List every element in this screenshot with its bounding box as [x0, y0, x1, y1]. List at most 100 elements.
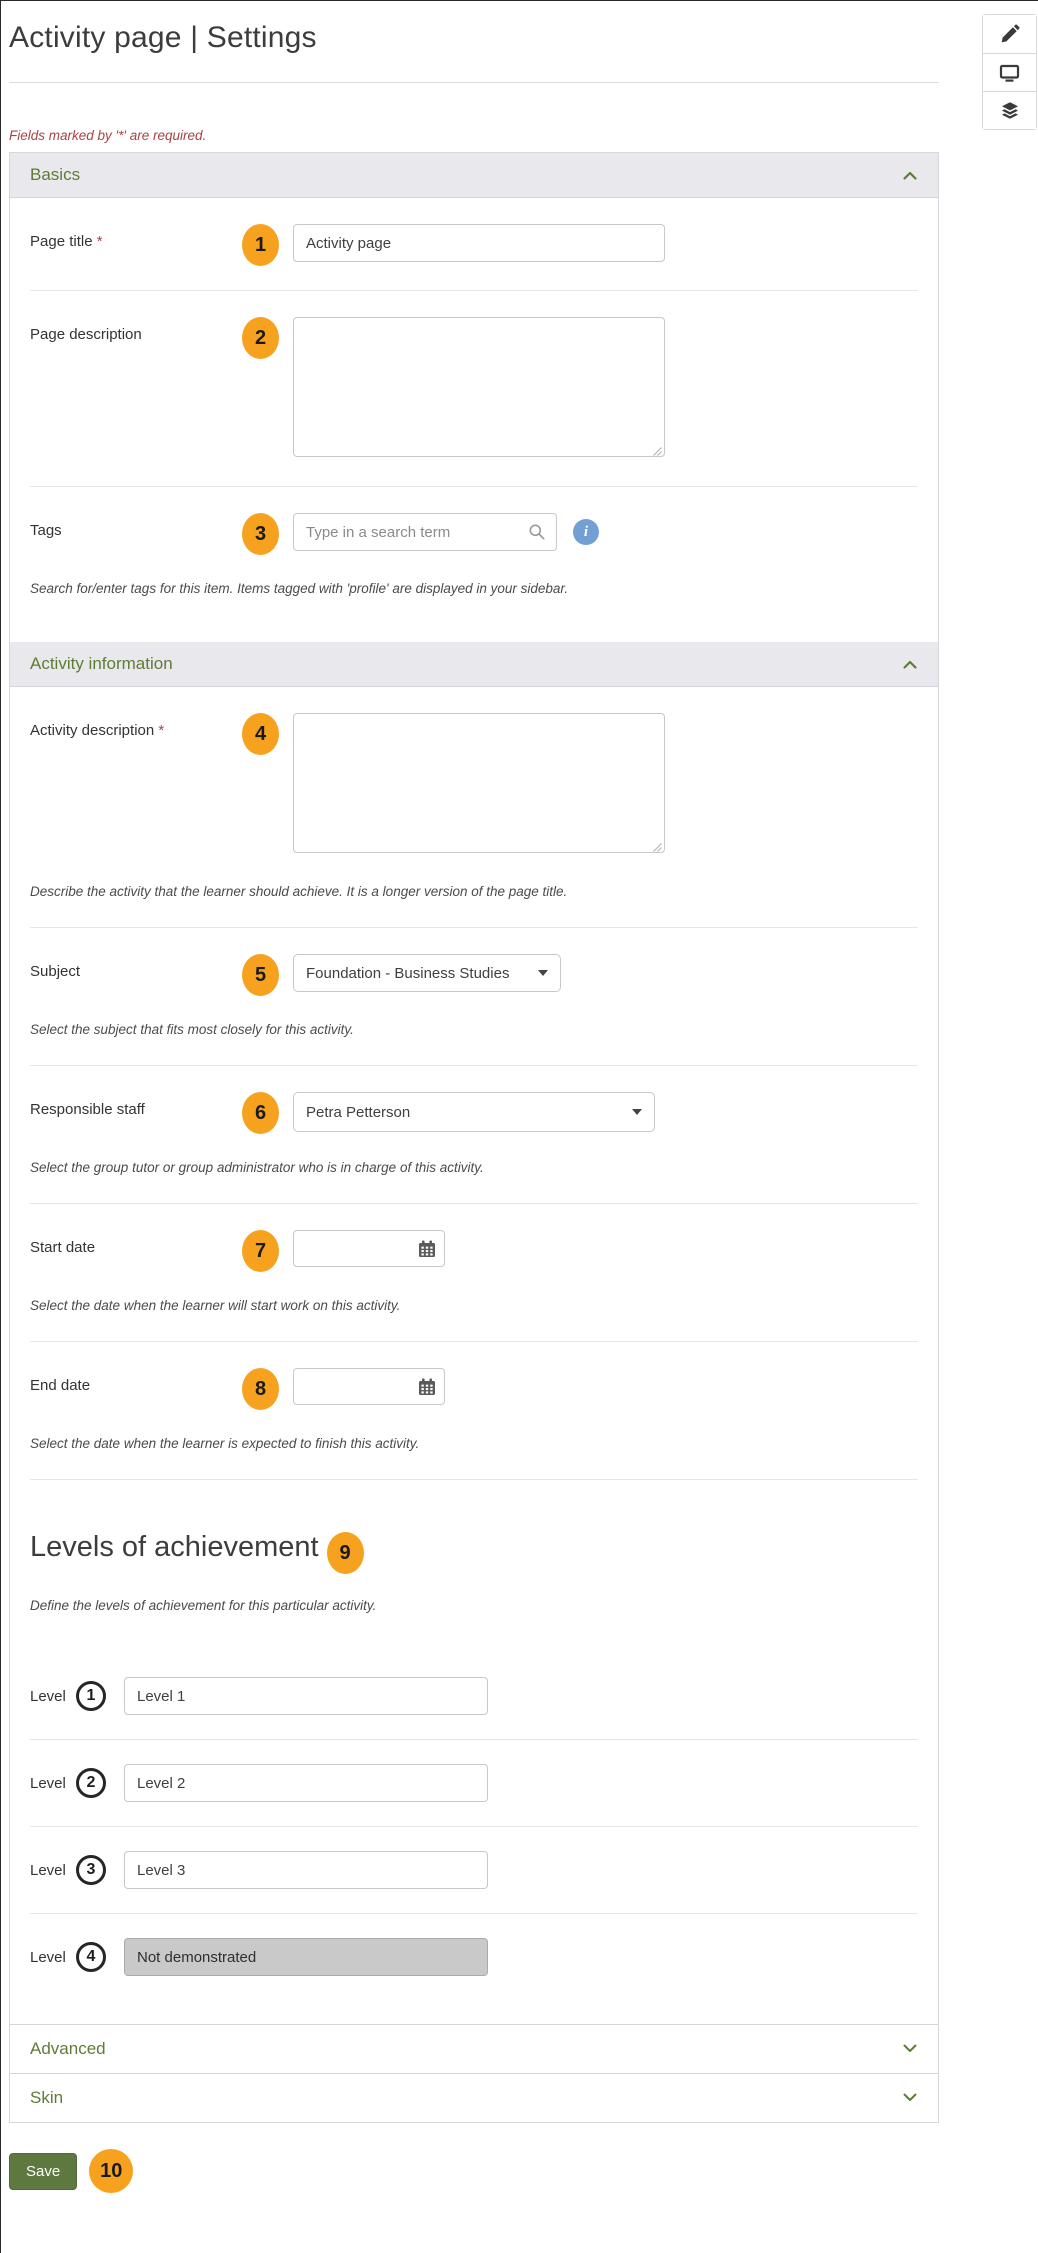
tags-help-text: Search for/enter tags for this item. Ite… [10, 579, 938, 642]
display-icon [999, 63, 1020, 83]
page-description-row: Page description 2 [10, 291, 938, 486]
caret-down-icon [632, 1109, 642, 1115]
layers-button[interactable] [983, 91, 1036, 129]
level-1-input[interactable] [124, 1677, 488, 1715]
annotation-badge-3: 3 [242, 513, 279, 555]
level-3-input[interactable] [124, 1851, 488, 1889]
section-header-skin[interactable]: Skin [10, 2073, 938, 2122]
level-label: Level [30, 1775, 70, 1792]
subject-help-text: Select the subject that fits most closel… [10, 1020, 938, 1065]
annotation-badge-1: 1 [242, 224, 279, 266]
end-date-box [293, 1368, 445, 1405]
floating-toolbar [982, 14, 1037, 130]
activity-description-label: Activity description * [30, 713, 242, 739]
tags-search-box [293, 513, 557, 551]
annotation-badge-10: 10 [89, 2149, 133, 2193]
layers-icon [1000, 101, 1020, 121]
end-date-help-text: Select the date when the learner is expe… [10, 1434, 938, 1479]
edit-pencil-button[interactable] [983, 15, 1036, 53]
section-title-activity-information: Activity information [30, 654, 173, 674]
levels-of-achievement-block: Levels of achievement 9 Define the level… [10, 1480, 938, 1627]
annotation-circle-3: 3 [76, 1855, 106, 1885]
calendar-icon[interactable] [418, 1240, 436, 1258]
section-title-advanced: Advanced [30, 2039, 106, 2059]
search-icon [528, 523, 546, 541]
caret-down-icon [538, 970, 548, 976]
tags-label: Tags [30, 513, 242, 539]
required-fields-note: Fields marked by '*' are required. [9, 128, 1038, 143]
responsible-staff-label: Responsible staff [30, 1092, 242, 1118]
level-row-3: Level 3 [10, 1827, 938, 1913]
save-row: Save 10 [9, 2149, 1038, 2193]
level-label: Level [30, 1688, 70, 1705]
annotation-badge-9: 9 [327, 1532, 364, 1574]
page-description-label: Page description [30, 317, 242, 343]
level-row-2: Level 2 [10, 1740, 938, 1826]
end-date-row: End date 8 [10, 1342, 938, 1434]
required-asterisk: * [97, 233, 103, 250]
tags-search-input[interactable] [294, 524, 528, 541]
annotation-circle-2: 2 [76, 1768, 106, 1798]
pencil-icon [1000, 24, 1020, 44]
info-icon[interactable]: i [573, 519, 599, 545]
display-button[interactable] [983, 53, 1036, 91]
start-date-row: Start date 7 [10, 1204, 938, 1296]
page-title-label: Page title * [30, 224, 242, 250]
required-asterisk: * [158, 722, 164, 739]
section-title-skin: Skin [30, 2088, 63, 2108]
calendar-icon[interactable] [418, 1378, 436, 1396]
responsible-staff-help-text: Select the group tutor or group administ… [10, 1158, 938, 1203]
level-row-1: Level 1 [10, 1653, 938, 1739]
level-4-input [124, 1938, 488, 1976]
level-label: Level [30, 1949, 70, 1966]
responsible-staff-select[interactable]: Petra Petterson [293, 1092, 655, 1132]
tags-row: Tags 3 i [10, 487, 938, 579]
save-button[interactable]: Save [9, 2153, 77, 2190]
annotation-circle-1: 1 [76, 1681, 106, 1711]
spacer [10, 1627, 938, 1653]
settings-form-panel: Basics Page title * 1 Page description 2 [9, 152, 939, 2123]
chevron-up-icon [902, 169, 918, 181]
start-date-help-text: Select the date when the learner will st… [10, 1296, 938, 1341]
page-title: Activity page | Settings [9, 21, 1038, 55]
page-title-row: Page title * 1 [10, 198, 938, 290]
activity-description-row: Activity description * 4 [10, 687, 938, 882]
subject-select[interactable]: Foundation - Business Studies [293, 954, 561, 992]
responsible-staff-selected-value: Petra Petterson [306, 1104, 410, 1121]
annotation-badge-6: 6 [242, 1092, 279, 1134]
level-row-4: Level 4 [10, 1914, 938, 2000]
activity-description-textarea[interactable] [293, 713, 665, 853]
responsible-staff-row: Responsible staff 6 Petra Petterson [10, 1066, 938, 1158]
subject-selected-value: Foundation - Business Studies [306, 965, 509, 982]
annotation-badge-5: 5 [242, 954, 279, 996]
levels-help-text: Define the levels of achievement for thi… [30, 1598, 918, 1613]
annotation-badge-8: 8 [242, 1368, 279, 1410]
activity-description-help-text: Describe the activity that the learner s… [10, 882, 938, 927]
section-header-activity-information[interactable]: Activity information [10, 642, 938, 687]
page-title-input[interactable] [293, 224, 665, 262]
levels-heading: Levels of achievement [30, 1531, 319, 1564]
annotation-badge-2: 2 [242, 317, 279, 359]
chevron-up-icon [902, 658, 918, 670]
annotation-badge-7: 7 [242, 1230, 279, 1272]
page-description-textarea[interactable] [293, 317, 665, 457]
level-label: Level [30, 1862, 70, 1879]
end-date-label: End date [30, 1368, 242, 1394]
chevron-down-icon [902, 2043, 918, 2055]
section-title-basics: Basics [30, 165, 80, 185]
start-date-label: Start date [30, 1230, 242, 1256]
section-header-advanced[interactable]: Advanced [10, 2024, 938, 2073]
settings-page: Activity page | Settings Fields marked b… [1, 1, 1038, 2253]
spacer [10, 2000, 938, 2024]
start-date-box [293, 1230, 445, 1267]
annotation-badge-4: 4 [242, 713, 279, 755]
subject-row: Subject 5 Foundation - Business Studies [10, 928, 938, 1020]
start-date-input[interactable] [294, 1240, 418, 1257]
end-date-input[interactable] [294, 1378, 418, 1395]
level-2-input[interactable] [124, 1764, 488, 1802]
subject-label: Subject [30, 954, 242, 980]
title-divider [9, 82, 939, 83]
section-header-basics[interactable]: Basics [10, 153, 938, 198]
chevron-down-icon [902, 2092, 918, 2104]
annotation-circle-4: 4 [76, 1942, 106, 1972]
